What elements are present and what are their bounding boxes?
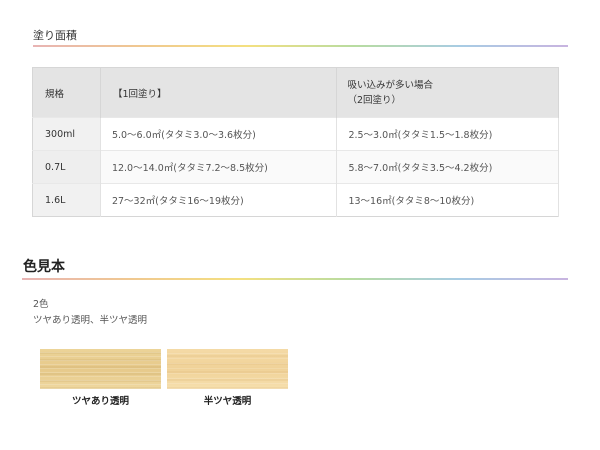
color-count-text: 2色 <box>33 299 49 310</box>
swatch-semi-gloss-clear <box>167 349 288 389</box>
cell-spec: 0.7L <box>32 150 101 184</box>
cell-spec: 300ml <box>32 117 101 151</box>
coverage-title-divider <box>33 45 568 47</box>
table-row: 1.6L 27〜32㎡(タタミ16〜19枚分) 13〜16㎡(タタミ8〜10枚分… <box>32 183 559 217</box>
coverage-table: 規格 【1回塗り】 吸い込みが多い場合 （2回塗り） 300ml 5.0〜6.0… <box>32 67 559 217</box>
header-absorbent: 吸い込みが多い場合 （2回塗り） <box>336 67 559 118</box>
cell-one-coat: 12.0〜14.0㎡(タタミ7.2〜8.5枚分) <box>100 150 338 184</box>
header-spec: 規格 <box>32 67 101 118</box>
coverage-table-header-row: 規格 【1回塗り】 吸い込みが多い場合 （2回塗り） <box>32 67 559 118</box>
color-samples-divider <box>22 278 568 280</box>
cell-one-coat: 27〜32㎡(タタミ16〜19枚分) <box>100 183 338 217</box>
cell-absorbent: 5.8〜7.0㎡(タタミ3.5〜4.2枚分) <box>336 150 559 184</box>
cell-one-coat: 5.0〜6.0㎡(タタミ3.0〜3.6枚分) <box>100 117 338 151</box>
swatch-label: ツヤあり透明 <box>71 396 129 407</box>
cell-spec: 1.6L <box>32 183 101 217</box>
color-names-text: ツヤあり透明、半ツヤ透明 <box>33 315 148 326</box>
header-absorbent-line2: （2回塗り） <box>347 94 401 106</box>
cell-absorbent: 2.5〜3.0㎡(タタミ1.5〜1.8枚分) <box>336 117 559 151</box>
header-one-coat: 【1回塗り】 <box>100 67 338 118</box>
swatch-gloss-clear <box>40 349 161 389</box>
table-row: 300ml 5.0〜6.0㎡(タタミ3.0〜3.6枚分) 2.5〜3.0㎡(タタ… <box>32 117 559 151</box>
cell-absorbent: 13〜16㎡(タタミ8〜10枚分) <box>336 183 559 217</box>
color-samples-title: 色見本 <box>23 259 65 275</box>
table-row: 0.7L 12.0〜14.0㎡(タタミ7.2〜8.5枚分) 5.8〜7.0㎡(タ… <box>32 150 559 184</box>
header-absorbent-line1: 吸い込みが多い場合 <box>347 79 433 91</box>
coverage-section-title: 塗り面積 <box>33 29 77 42</box>
swatch-label: 半ツヤ透明 <box>203 396 252 407</box>
